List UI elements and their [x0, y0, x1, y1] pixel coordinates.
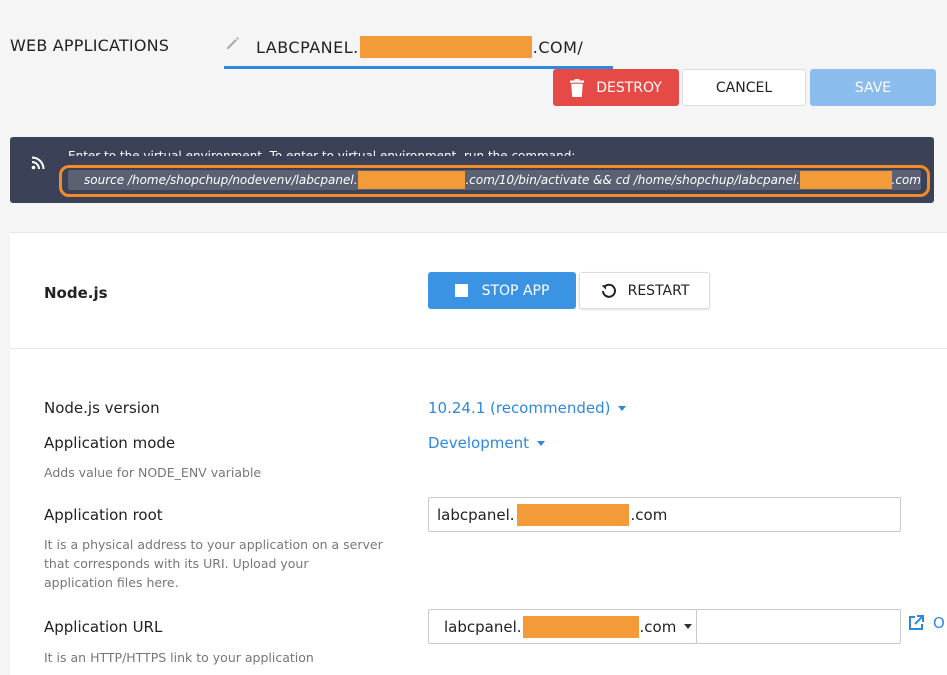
domain-suffix: .COM/	[532, 37, 584, 57]
stop-app-button[interactable]: STOP APP	[428, 272, 576, 309]
command-part: .com	[891, 173, 921, 187]
nodejs-version-value: 10.24.1 (recommended)	[428, 399, 611, 417]
stop-label: STOP APP	[481, 282, 550, 299]
app-root-label: Application root	[44, 506, 163, 524]
restart-label: RESTART	[627, 282, 690, 299]
app-url-domain-prefix: labcpanel.	[444, 617, 522, 636]
app-url-path-input[interactable]	[696, 609, 901, 644]
pencil-icon[interactable]	[224, 34, 242, 52]
restart-button[interactable]: RESTART	[579, 272, 710, 309]
venv-command[interactable]: source /home/shopchup/nodevenv/labcpanel…	[68, 170, 921, 190]
app-mode-hint: Adds value for NODE_ENV variable	[44, 465, 262, 480]
stop-square-icon	[454, 284, 468, 297]
redaction-box	[522, 615, 639, 638]
app-url-domain-suffix: .com	[639, 617, 677, 636]
chevron-down-icon	[618, 405, 627, 411]
restart-icon	[601, 283, 616, 298]
app-root-prefix: labcpanel.	[437, 505, 515, 524]
cancel-button[interactable]: CANCEL	[682, 69, 806, 106]
app-root-hint: It is a physical address to your applica…	[44, 535, 383, 592]
external-link-icon[interactable]	[907, 614, 925, 632]
nodejs-version-label: Node.js version	[44, 399, 160, 417]
notice-text: Enter to the virtual environment. To ent…	[68, 149, 576, 156]
app-url-domain-select[interactable]: labcpanel. .com	[428, 609, 697, 644]
hint-line: It is a physical address to your applica…	[44, 537, 383, 552]
save-button[interactable]: SAVE	[810, 69, 936, 106]
redaction-box	[359, 36, 532, 58]
app-mode-select[interactable]: Development	[428, 434, 545, 452]
open-url-link[interactable]: O	[933, 614, 945, 632]
app-mode-value: Development	[428, 434, 529, 452]
app-root-input[interactable]: labcpanel. .com	[428, 497, 901, 532]
destroy-label: DESTROY	[596, 79, 662, 96]
rss-icon	[31, 156, 45, 170]
panel-header: Node.js STOP APP RESTART	[10, 233, 947, 349]
redaction-box	[800, 171, 892, 189]
command-part: .com/10/bin/activate && cd /home/shopchu…	[465, 173, 801, 187]
chevron-down-icon	[684, 624, 693, 629]
app-mode-label: Application mode	[44, 434, 176, 452]
hint-line: that corresponds with its URI. Upload yo…	[44, 556, 309, 571]
page-title: WEB APPLICATIONS	[10, 36, 170, 55]
nodejs-version-select[interactable]: 10.24.1 (recommended)	[428, 399, 627, 417]
app-url-label: Application URL	[44, 618, 163, 636]
app-domain-heading[interactable]: LABCPANEL. .COM/	[224, 30, 614, 69]
redaction-box	[516, 503, 629, 526]
command-part: source /home/shopchup/nodevenv/labcpanel…	[84, 173, 358, 187]
domain-prefix: LABCPANEL.	[256, 37, 359, 57]
venv-notice: Enter to the virtual environment. To ent…	[10, 137, 934, 203]
app-root-suffix: .com	[630, 505, 668, 524]
trash-icon	[570, 78, 585, 97]
app-settings-panel: Node.js STOP APP RESTART Node.js version…	[10, 232, 947, 675]
hint-line: application files here.	[44, 575, 179, 590]
destroy-button[interactable]: DESTROY	[553, 69, 679, 106]
app-url-hint: It is an HTTP/HTTPS link to your applica…	[44, 650, 314, 665]
redaction-box	[357, 171, 466, 189]
chevron-down-icon	[536, 440, 545, 446]
app-type-title: Node.js	[44, 284, 108, 302]
